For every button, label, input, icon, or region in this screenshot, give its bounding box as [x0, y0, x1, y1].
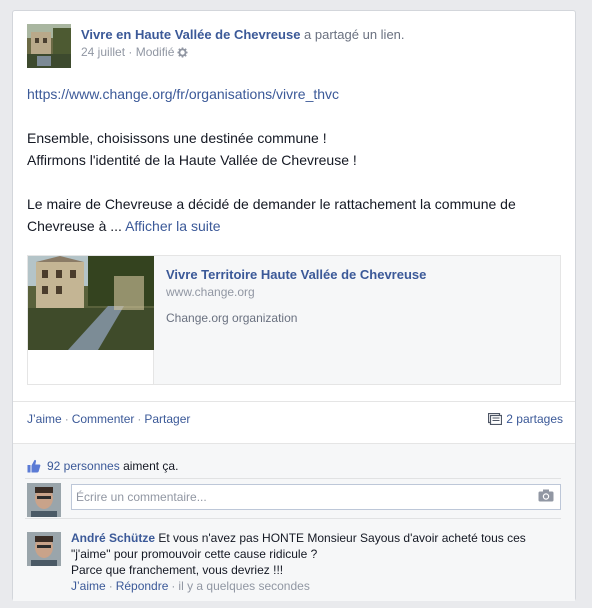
action-sep: ·: [64, 412, 69, 426]
likes-suffix: aiment ça.: [119, 459, 179, 473]
header-text: Vivre en Haute Vallée de Chevreuse a par…: [81, 26, 551, 62]
post-url-link[interactable]: https://www.change.org/fr/organisations/…: [27, 86, 339, 102]
current-user-avatar[interactable]: [27, 483, 61, 517]
actions-divider: [13, 401, 575, 402]
meta-separator: ·: [125, 45, 136, 59]
commenter-avatar[interactable]: [27, 532, 61, 566]
comment-like-button[interactable]: J’aime: [71, 579, 106, 593]
comment-button[interactable]: Commenter: [72, 412, 135, 426]
comment-actions: J’aime · Répondre · il y a quelques secondes: [71, 578, 561, 594]
post-actions: J’aime · Commenter · Partager 2 partages: [27, 411, 563, 427]
like-button[interactable]: J’aime: [27, 412, 62, 426]
post-body: https://www.change.org/fr/organisations/…: [27, 83, 567, 237]
attachment-thumbnail[interactable]: [28, 256, 154, 350]
post-date[interactable]: 24 juillet: [81, 45, 125, 59]
comment-reply-button[interactable]: Répondre: [116, 579, 169, 593]
comment-action-sep: ·: [108, 579, 113, 593]
likes-divider: [25, 478, 561, 479]
post-line-3-text: Le maire de Chevreuse a décidé de demand…: [27, 196, 516, 234]
shared-link-text: a partagé un lien.: [300, 27, 405, 42]
likes-count-link[interactable]: 92 personnes: [47, 459, 120, 473]
see-more-link[interactable]: Afficher la suite: [125, 218, 220, 234]
comment-item: André Schütze Et vous n'avez pas HONTE M…: [71, 530, 561, 594]
shares-count-link[interactable]: 2 partages: [488, 411, 563, 427]
post-header: Vivre en Haute Vallée de Chevreuse a par…: [27, 24, 557, 68]
thumbs-up-icon: [27, 459, 47, 473]
page-avatar[interactable]: [27, 24, 71, 68]
post-meta: 24 juillet · Modifié: [81, 44, 551, 62]
gear-icon: [177, 46, 188, 62]
comment-text: André Schütze Et vous n'avez pas HONTE M…: [71, 530, 561, 562]
composer-divider: [25, 518, 561, 519]
comment-composer: [71, 484, 561, 510]
comments-section: 92 personnes aiment ça. André Schütze Et…: [13, 443, 575, 601]
attachment-description: Change.org organization: [166, 311, 298, 325]
post-line-1: Ensemble, choisissons une destinée commu…: [27, 130, 327, 146]
comment-author-link[interactable]: André Schütze: [71, 531, 155, 545]
comment-input[interactable]: [72, 485, 520, 509]
post-line-3: Le maire de Chevreuse a décidé de demand…: [27, 193, 567, 237]
attachment-thumbnail-padding: [28, 350, 154, 384]
post-card: Vivre en Haute Vallée de Chevreuse a par…: [12, 10, 576, 601]
camera-icon[interactable]: [538, 489, 554, 505]
comment-timestamp[interactable]: il y a quelques secondes: [178, 579, 309, 593]
post-line-2: Affirmons l'identité de la Haute Vallée …: [27, 152, 357, 168]
action-sep: ·: [137, 412, 142, 426]
comment-action-sep: ·: [171, 579, 176, 593]
shares-count: 2 partages: [506, 412, 563, 426]
attachment-text: Vivre Territoire Haute Vallée de Chevreu…: [166, 266, 546, 326]
author-line: Vivre en Haute Vallée de Chevreuse a par…: [81, 26, 551, 43]
modified-label[interactable]: Modifié: [136, 45, 175, 59]
share-icon: [488, 412, 506, 426]
share-button[interactable]: Partager: [144, 412, 190, 426]
comment-text-2: Parce que franchement, vous devriez !!!: [71, 563, 284, 577]
attachment-domain: www.change.org: [166, 285, 255, 299]
attachment-title[interactable]: Vivre Territoire Haute Vallée de Chevreu…: [166, 266, 546, 284]
likes-summary: 92 personnes aiment ça.: [27, 458, 178, 474]
link-attachment[interactable]: Vivre Territoire Haute Vallée de Chevreu…: [27, 255, 561, 385]
post-author-link[interactable]: Vivre en Haute Vallée de Chevreuse: [81, 27, 300, 42]
